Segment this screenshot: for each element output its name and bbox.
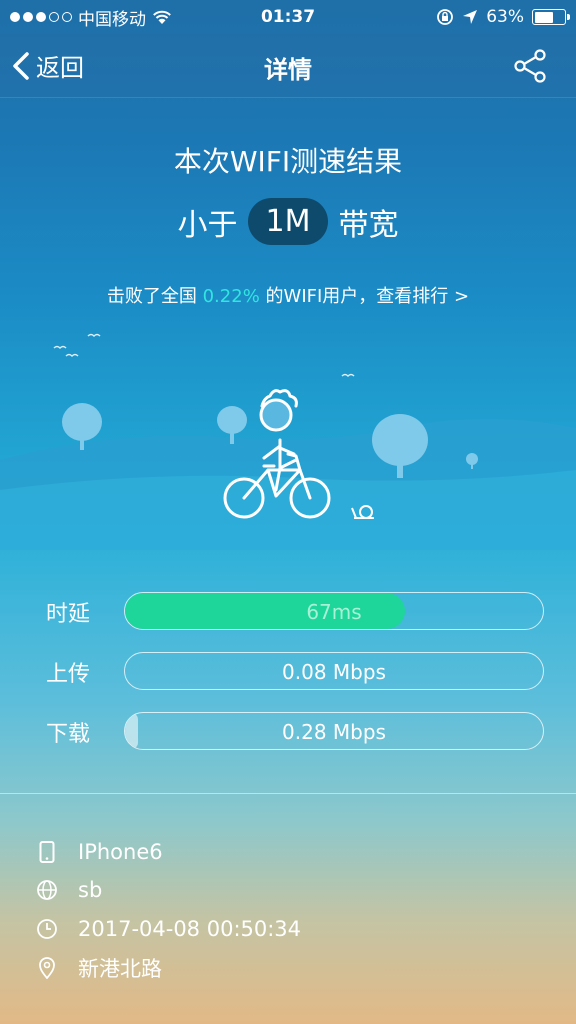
metric-label: 下载	[46, 722, 91, 747]
phone-icon	[36, 841, 58, 863]
metric-download: 下载 0.28 Mbps	[0, 710, 576, 750]
rank-percent: 0.22%	[202, 286, 260, 307]
nav-bar: 返回 详情	[0, 34, 576, 98]
rank-link[interactable]: 击败了全国 0.22% 的WIFI用户，查看排行 >	[0, 282, 576, 308]
signal-strength-icon	[10, 12, 72, 22]
band-value-badge: 1M	[247, 198, 329, 245]
location-arrow-icon	[463, 10, 478, 24]
network-name: sb	[78, 878, 103, 902]
status-bar: 中国移动 01:37 63%	[0, 0, 576, 34]
bandwidth-result: 小于 1M 带宽	[0, 198, 576, 245]
metric-latency: 时延 67ms	[0, 590, 576, 630]
status-left: 中国移动	[10, 5, 230, 30]
location-name: 新港北路	[78, 957, 162, 981]
rank-prefix: 击败了全国	[106, 286, 197, 307]
page-title: 详情	[264, 56, 312, 84]
metric-value: 0.08 Mbps	[282, 660, 386, 684]
latency-bar: 67ms	[124, 592, 544, 630]
orientation-lock-icon	[437, 9, 454, 25]
result-title: 本次WIFI测速结果	[173, 145, 403, 178]
cyclist-illustration	[0, 333, 576, 550]
battery-icon	[532, 9, 570, 25]
globe-icon	[36, 879, 58, 901]
info-network: sb	[36, 874, 102, 906]
metric-value: 67ms	[306, 600, 362, 624]
test-datetime: 2017-04-08 00:50:34	[78, 917, 302, 941]
carrier-name: 中国移动	[78, 9, 146, 30]
device-name: IPhone6	[78, 840, 163, 864]
band-suffix: 带宽	[338, 207, 399, 243]
band-prefix: 小于	[177, 207, 238, 243]
rank-suffix: 的WIFI用户，查看排行 >	[265, 286, 470, 307]
clock-icon	[36, 918, 58, 940]
upload-bar: 0.08 Mbps	[124, 652, 544, 690]
share-icon[interactable]	[512, 48, 548, 84]
info-time: 2017-04-08 00:50:34	[36, 913, 301, 945]
download-bar: 0.28 Mbps	[124, 712, 544, 750]
location-pin-icon	[36, 957, 58, 979]
status-right: 63%	[346, 7, 570, 27]
battery-percent: 63%	[486, 7, 524, 27]
metric-label: 上传	[46, 662, 91, 687]
birds-icon	[53, 333, 355, 378]
info-location: 新港北路	[36, 952, 162, 984]
status-time: 01:37	[260, 7, 316, 27]
metric-upload: 上传 0.08 Mbps	[0, 650, 576, 690]
wifi-icon	[153, 10, 171, 24]
divider	[0, 793, 576, 794]
info-device: IPhone6	[36, 836, 163, 868]
metric-value: 0.28 Mbps	[282, 720, 386, 744]
metric-label: 时延	[46, 602, 91, 627]
